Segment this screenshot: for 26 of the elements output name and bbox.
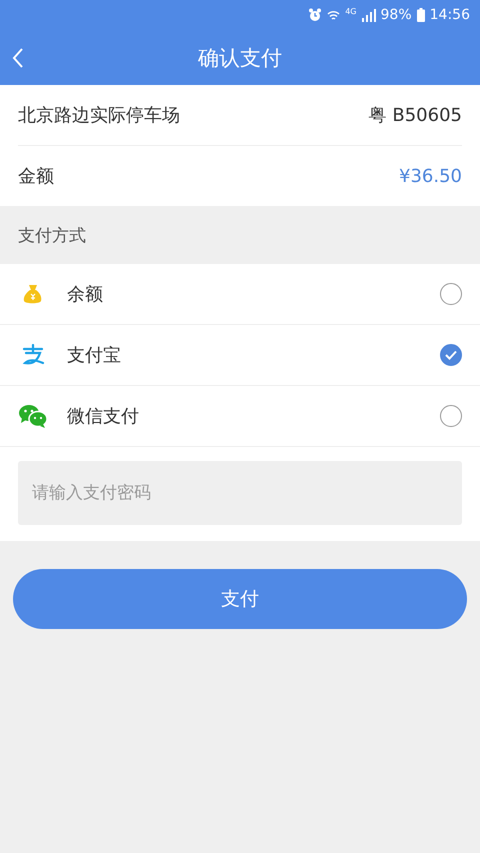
chat-bubbles-icon	[18, 404, 48, 428]
battery-percent: 98%	[380, 7, 412, 23]
signal-icon	[362, 8, 376, 22]
plate-number: 粤 B50605	[368, 104, 462, 127]
battery-icon	[416, 8, 425, 22]
radio-button[interactable]	[440, 344, 462, 366]
check-icon	[445, 350, 457, 360]
wifi-icon	[327, 8, 340, 22]
alarm-icon	[308, 8, 322, 22]
amount-value: ¥36.50	[399, 166, 462, 186]
password-field[interactable]: 请输入支付密码	[18, 461, 462, 525]
payment-option[interactable]: 支付宝	[0, 325, 480, 386]
amount-label: 金额	[18, 165, 54, 188]
payment-method-label: 余额	[67, 283, 104, 306]
payment-method-label: 微信支付	[67, 405, 140, 428]
section-title: 支付方式	[18, 224, 86, 246]
payment-option[interactable]: 余额	[0, 264, 480, 325]
parking-lot-name: 北京路边实际停车场	[18, 104, 180, 127]
payment-option[interactable]: 微信支付	[0, 386, 480, 447]
payment-method-label: 支付宝	[67, 344, 122, 367]
back-icon[interactable]	[12, 48, 24, 68]
clock: 14:56	[430, 7, 470, 23]
radio-button[interactable]	[440, 405, 462, 427]
page-title: 确认支付	[198, 44, 282, 72]
radio-button[interactable]	[440, 283, 462, 305]
network-label: 4G	[345, 7, 357, 16]
